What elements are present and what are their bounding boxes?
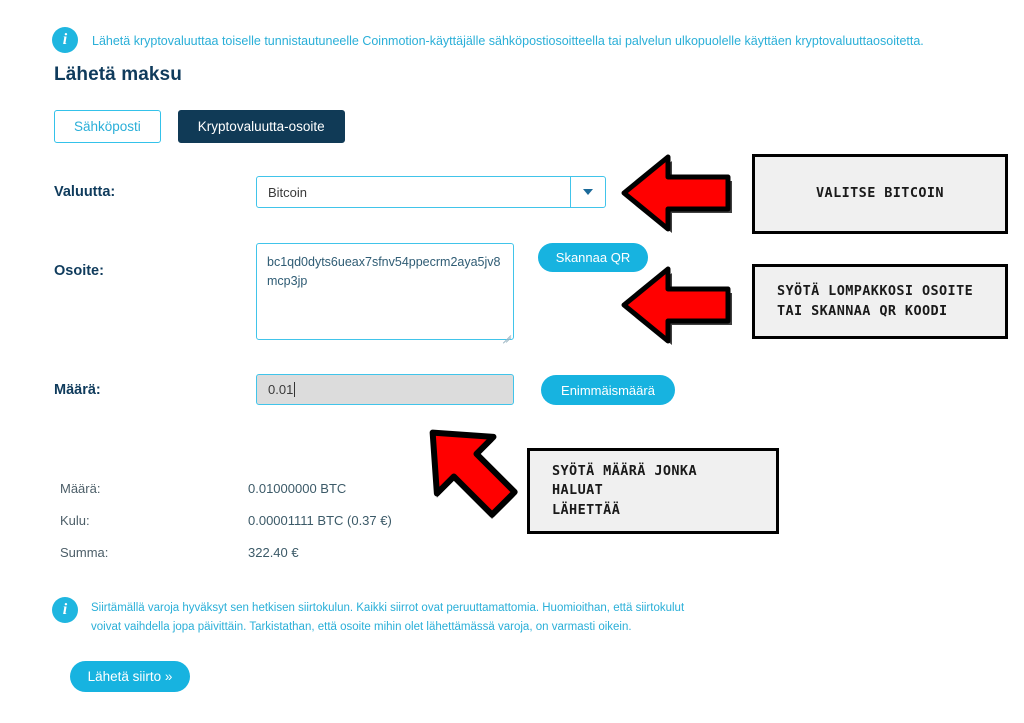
max-amount-button[interactable]: Enimmäismäärä — [541, 375, 675, 405]
bottom-info-text: Siirtämällä varoja hyväksyt sen hetkisen… — [91, 602, 685, 633]
info-icon: i — [52, 27, 78, 53]
amount-label: Määrä: — [54, 382, 101, 398]
tab-email[interactable]: Sähköposti — [54, 110, 161, 143]
summary-value-amount: 0.01000000 BTC — [248, 481, 347, 496]
text-cursor — [294, 382, 296, 397]
annotation-callout-2: SYÖTÄ LOMPAKKOSI OSOITE TAI SKANNAA QR K… — [752, 264, 1008, 339]
summary-key-total: Summa: — [60, 545, 109, 560]
top-info-banner: i Lähetä kryptovaluuttaa toiselle tunnis… — [52, 27, 972, 53]
chevron-down-glyph — [583, 189, 593, 195]
annotation-arrow-left-1 — [621, 154, 732, 233]
summary-key-fee: Kulu: — [60, 513, 90, 528]
summary-key-amount: Määrä: — [60, 481, 101, 496]
annotation-arrow-up-left-3 — [429, 429, 518, 519]
page-title: Lähetä maksu — [54, 64, 182, 85]
payment-method-tabs: Sähköposti Kryptovaluutta-osoite — [54, 110, 345, 143]
currency-select-value: Bitcoin — [268, 184, 308, 200]
amount-input[interactable]: 0.01 — [256, 374, 514, 405]
currency-label: Valuutta: — [54, 184, 116, 200]
info-icon: i — [52, 597, 78, 623]
submit-transfer-button[interactable]: Lähetä siirto » — [70, 661, 190, 692]
annotation-callout-3: SYÖTÄ MÄÄRÄ JONKA HALUAT LÄHETTÄÄ — [527, 448, 779, 534]
address-label: Osoite: — [54, 263, 104, 279]
chevron-down-icon[interactable] — [570, 177, 605, 207]
address-input[interactable]: bc1qd0dyts6ueax7sfnv54ppecrm2aya5jv8mcp3… — [256, 243, 514, 340]
annotation-arrow-left-2 — [621, 266, 732, 345]
bottom-info-banner: i Siirtämällä varoja hyväksyt sen hetkis… — [52, 597, 692, 636]
send-payment-page: i Lähetä kryptovaluuttaa toiselle tunnis… — [0, 0, 1024, 723]
currency-select[interactable]: Bitcoin — [256, 176, 606, 208]
tab-crypto-address[interactable]: Kryptovaluutta-osoite — [177, 110, 345, 143]
summary-row: Summa: 322.40 € — [60, 545, 480, 577]
amount-input-value: 0.01 — [268, 382, 294, 397]
annotation-callout-1: VALITSE BITCOIN — [752, 154, 1008, 234]
summary-value-total: 322.40 € — [248, 545, 299, 560]
top-info-text: Lähetä kryptovaluuttaa toiselle tunnista… — [92, 34, 924, 48]
summary-value-fee: 0.00001111 BTC (0.37 €) — [248, 513, 392, 528]
